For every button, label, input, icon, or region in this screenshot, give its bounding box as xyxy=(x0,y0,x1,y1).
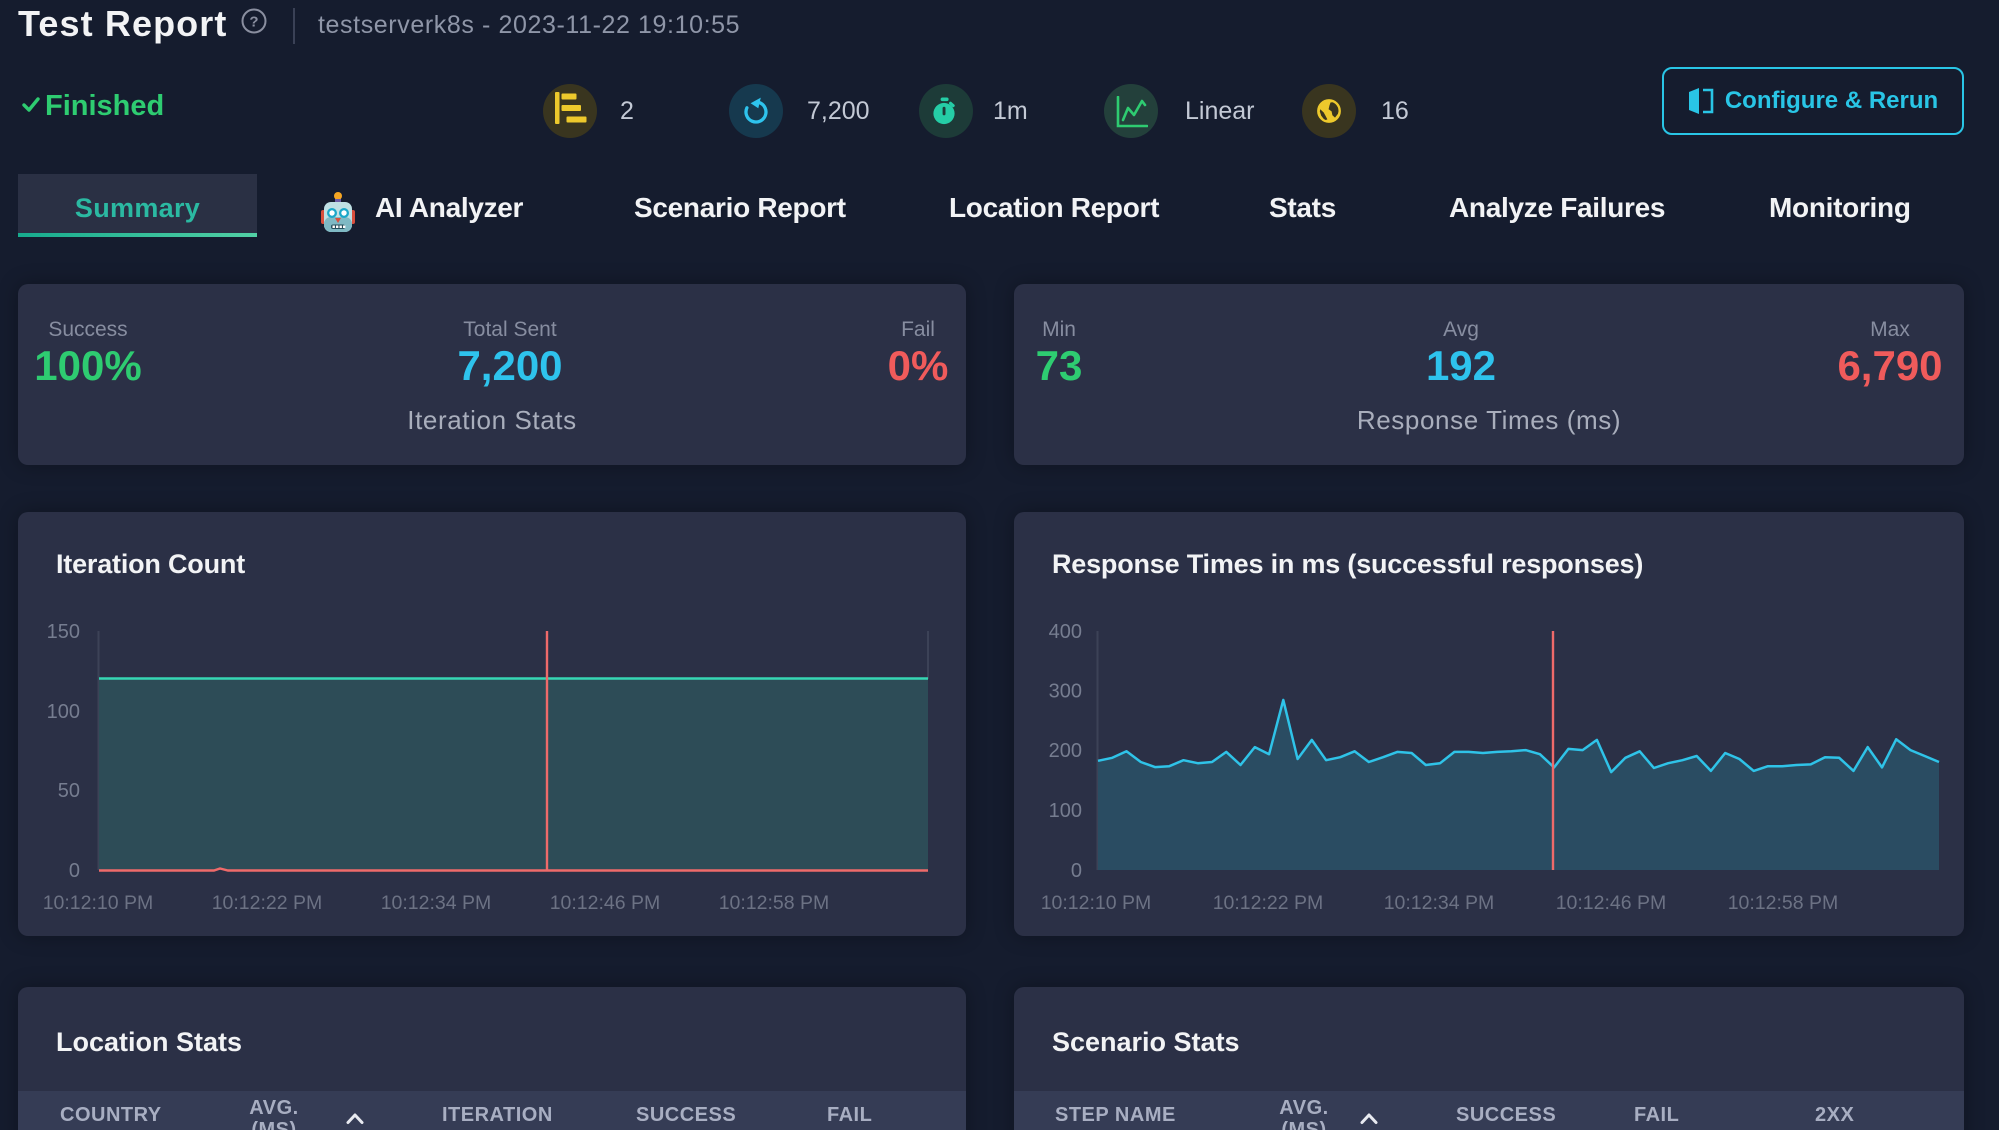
svg-text:10:12:22 PM: 10:12:22 PM xyxy=(1213,892,1324,914)
svg-text:10:12:10 PM: 10:12:10 PM xyxy=(43,892,154,914)
svg-text:10:12:10 PM: 10:12:10 PM xyxy=(1041,892,1152,914)
svg-text:0: 0 xyxy=(1071,860,1082,882)
svg-text:0: 0 xyxy=(69,860,80,882)
svg-text:400: 400 xyxy=(1049,621,1082,643)
svg-text:100: 100 xyxy=(47,701,80,723)
svg-text:10:12:34 PM: 10:12:34 PM xyxy=(381,892,492,914)
svg-text:100: 100 xyxy=(1049,800,1082,822)
svg-text:10:12:58 PM: 10:12:58 PM xyxy=(1728,892,1839,914)
svg-text:10:12:58 PM: 10:12:58 PM xyxy=(719,892,830,914)
svg-text:?: ? xyxy=(249,14,258,31)
svg-text:10:12:46 PM: 10:12:46 PM xyxy=(550,892,661,914)
svg-text:10:12:34 PM: 10:12:34 PM xyxy=(1384,892,1495,914)
svg-text:10:12:22 PM: 10:12:22 PM xyxy=(212,892,323,914)
svg-text:50: 50 xyxy=(58,780,80,802)
svg-text:150: 150 xyxy=(47,621,80,643)
svg-text:200: 200 xyxy=(1049,740,1082,762)
svg-text:300: 300 xyxy=(1049,681,1082,703)
svg-text:10:12:46 PM: 10:12:46 PM xyxy=(1556,892,1667,914)
